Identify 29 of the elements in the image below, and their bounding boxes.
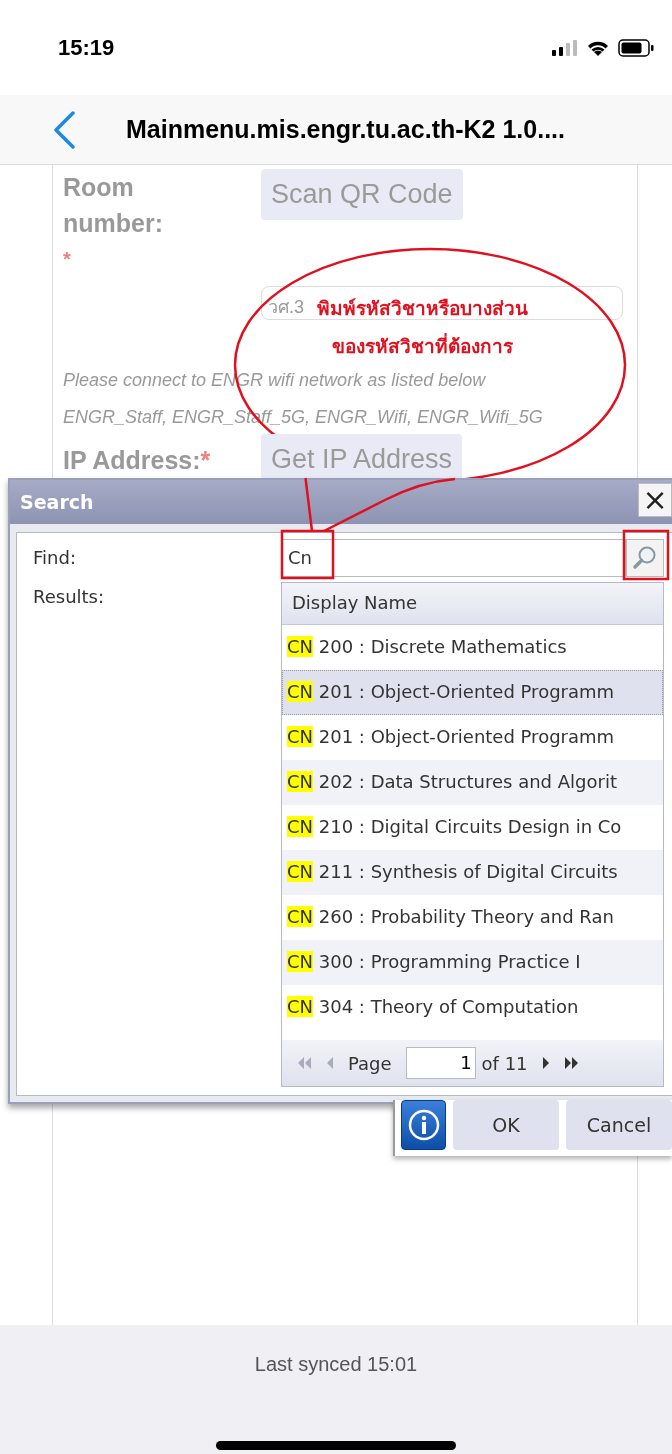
page-field[interactable]: 1 <box>405 1047 476 1079</box>
page-title: Mainmenu.mis.engr.tu.ac.th-K2 1.0.... <box>126 115 565 144</box>
result-row[interactable]: CN 202 : Data Structures and Algorit <box>282 760 663 805</box>
page-label: Page <box>348 1052 392 1074</box>
result-row[interactable]: CN 211 : Synthesis of Digital Circuits <box>282 850 663 895</box>
find-field[interactable]: Cn <box>281 539 626 577</box>
result-row[interactable]: CN 300 : Programming Practice I <box>282 940 663 985</box>
page-count: of 11 <box>481 1052 528 1074</box>
result-row[interactable]: CN 201 : Object-Oriented Programm <box>282 670 663 715</box>
callout-text: พิมพ์รหัสวิชาหรือบางส่วน <box>316 296 528 321</box>
required-mark: * <box>63 247 72 272</box>
required-mark: * <box>200 445 211 476</box>
result-row[interactable]: CN 200 : Discrete Mathematics <box>282 625 663 670</box>
column-header[interactable]: Display Name <box>282 583 663 625</box>
result-row[interactable]: CN 260 : Probability Theory and Ran <box>282 895 663 940</box>
result-row[interactable]: CN 210 : Digital Circuits Design in Co <box>282 805 663 850</box>
status-time: 15:19 <box>58 34 115 61</box>
result-row[interactable]: CN 304 : Theory of Computation <box>282 985 663 1030</box>
result-row[interactable]: CN 201 : Object-Oriented Programm <box>282 715 663 760</box>
field-label: IP Address: <box>63 445 201 476</box>
find-label: Find: <box>33 547 77 568</box>
cancel-button[interactable]: Cancel <box>566 1100 672 1150</box>
sync-status: Last synced 15:01 <box>254 1353 418 1376</box>
close-button[interactable]: × <box>638 483 672 517</box>
results-label: Results: <box>33 586 106 607</box>
field-label: Room number: <box>63 172 164 239</box>
dialog-title: Search <box>20 491 94 513</box>
callout-text: ของรหัสวิชาที่ต้องการ <box>331 332 513 359</box>
ok-button[interactable]: OK <box>453 1100 559 1150</box>
